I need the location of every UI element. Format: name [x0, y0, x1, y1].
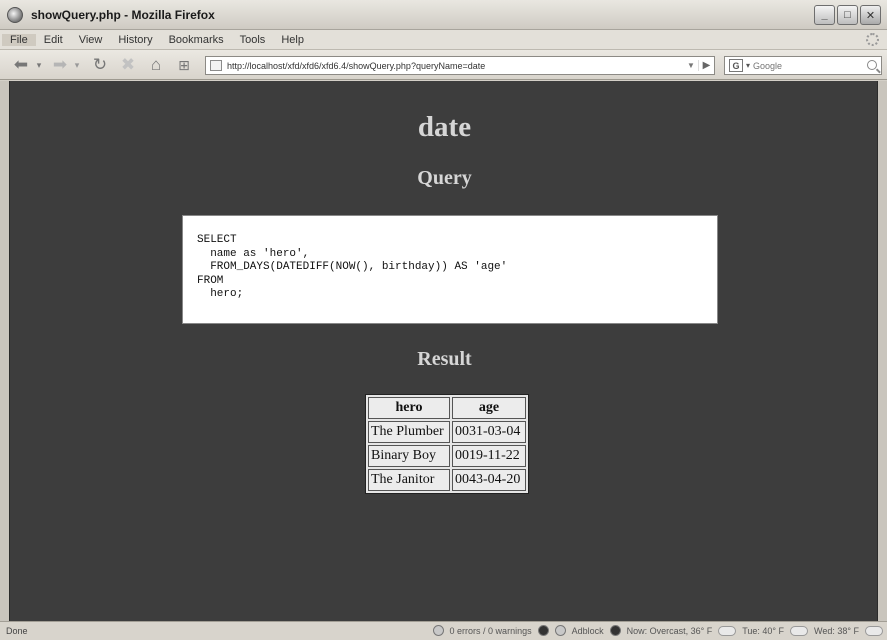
menu-bar: File Edit View History Bookmarks Tools H… — [0, 30, 887, 50]
settings-icon[interactable] — [554, 625, 566, 636]
table-cell-hero: The Janitor — [368, 469, 450, 491]
close-button[interactable]: ✕ — [860, 5, 881, 25]
page-title: date — [417, 111, 472, 143]
new-tab-icon[interactable]: ⊞ — [174, 55, 194, 75]
firefox-icon — [7, 6, 23, 23]
search-icon[interactable] — [867, 60, 877, 70]
result-heading: Result — [417, 348, 472, 370]
table-row: The Janitor 0043-04-20 — [368, 469, 526, 491]
column-header-age: age — [452, 397, 526, 419]
navigation-toolbar: ⬅ ▾ ➡ ▾ ↻ ✖ ⌂ ⊞ http://localhost/xfd/xfd… — [0, 50, 887, 80]
table-cell-hero: Binary Boy — [368, 445, 450, 467]
table-cell-age: 0019-11-22 — [452, 445, 526, 467]
table-cell-age: 0031-03-04 — [452, 421, 526, 443]
window-right-frame — [878, 81, 887, 621]
window-left-frame — [0, 81, 9, 621]
menu-edit[interactable]: Edit — [36, 34, 71, 46]
gear-icon[interactable] — [537, 625, 549, 636]
page-favicon-icon — [210, 60, 222, 71]
column-header-hero: hero — [368, 397, 450, 419]
status-indicators: 0 errors / 0 warnings Adblock Now: Overc… — [432, 625, 883, 636]
table-cell-age: 0043-04-20 — [452, 469, 526, 491]
throbber-icon — [866, 33, 879, 46]
partly-cloudy-icon — [790, 625, 809, 636]
partly-cloudy-icon — [865, 625, 883, 636]
table-row: Binary Boy 0019-11-22 — [368, 445, 526, 467]
status-text: Done — [6, 626, 28, 636]
menu-tools[interactable]: Tools — [232, 34, 274, 46]
weather-now[interactable]: Now: Overcast, 36° F — [627, 626, 713, 636]
cloud-icon — [718, 625, 737, 636]
menu-file[interactable]: File — [2, 33, 36, 46]
search-input[interactable] — [753, 60, 850, 71]
search-bar[interactable]: G ▾ — [724, 56, 882, 75]
weather-icon — [609, 625, 621, 636]
weather-tuesday[interactable]: Tue: 40° F — [742, 626, 784, 636]
title-bar: showQuery.php - Mozilla Firefox _ □ ✕ — [0, 0, 887, 30]
table-header-row: hero age — [368, 397, 526, 419]
table-cell-hero: The Plumber — [368, 421, 450, 443]
engine-dropdown-icon[interactable]: ▾ — [746, 61, 750, 70]
window-controls: _ □ ✕ — [814, 5, 881, 25]
adblock-label[interactable]: Adblock — [572, 626, 604, 636]
stop-icon[interactable]: ✖ — [118, 55, 138, 75]
url-text[interactable]: http://localhost/xfd/xfd6/xfd6.4/showQue… — [227, 61, 684, 71]
table-row: The Plumber 0031-03-04 — [368, 421, 526, 443]
menu-view[interactable]: View — [71, 34, 111, 46]
query-box: SELECT name as 'hero', FROM_DAYS(DATEDIF… — [182, 215, 718, 324]
page-content: date Query SELECT name as 'hero', FROM_D… — [9, 81, 878, 621]
back-icon[interactable]: ⬅ — [8, 55, 34, 75]
back-history-dropdown-icon[interactable]: ▾ — [34, 55, 44, 75]
query-heading: Query — [417, 167, 472, 189]
menu-bookmarks[interactable]: Bookmarks — [161, 34, 232, 46]
google-engine-icon[interactable]: G — [729, 59, 743, 72]
status-bar: Done 0 errors / 0 warnings Adblock Now: … — [0, 621, 887, 640]
forward-icon[interactable]: ➡ — [48, 55, 72, 75]
query-sql: SELECT name as 'hero', FROM_DAYS(DATEDIF… — [197, 234, 508, 300]
weather-wednesday[interactable]: Wed: 38° F — [814, 626, 859, 636]
menu-help[interactable]: Help — [273, 34, 312, 46]
go-icon[interactable]: ▶ — [698, 60, 714, 71]
window-title: showQuery.php - Mozilla Firefox — [31, 7, 215, 22]
minimize-button[interactable]: _ — [814, 5, 835, 25]
reload-icon[interactable]: ↻ — [90, 55, 110, 75]
menu-history[interactable]: History — [110, 34, 160, 46]
home-icon[interactable]: ⌂ — [145, 55, 167, 75]
result-table: hero age The Plumber 0031-03-04 Binary B… — [365, 394, 529, 494]
url-bar[interactable]: http://localhost/xfd/xfd6/xfd6.4/showQue… — [205, 56, 715, 75]
url-history-dropdown-icon[interactable]: ▼ — [684, 61, 698, 70]
error-console-icon[interactable] — [432, 625, 444, 636]
error-count[interactable]: 0 errors / 0 warnings — [450, 626, 532, 636]
forward-history-dropdown-icon[interactable]: ▾ — [72, 55, 82, 75]
maximize-button[interactable]: □ — [837, 5, 858, 25]
